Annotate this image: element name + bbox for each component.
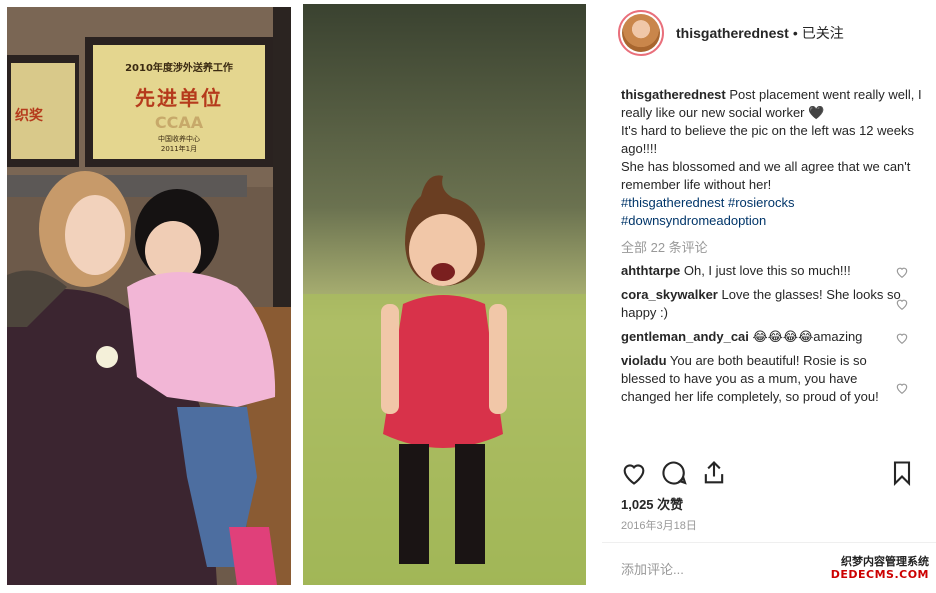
- photo-after-illustration: [303, 4, 586, 585]
- plaque-line-1: 2010年度涉外送养工作: [125, 63, 233, 74]
- add-comment-input[interactable]: 添加评论...: [621, 559, 684, 578]
- share-icon[interactable]: [700, 459, 728, 487]
- comment-item: ahthtarpe Oh, I just love this so much!!…: [621, 262, 906, 280]
- header-separator: •: [792, 25, 798, 41]
- comment-like-heart-icon[interactable]: [895, 381, 909, 395]
- header-username[interactable]: thisgatherednest: [676, 25, 789, 41]
- side-plaque-text: 织奖: [15, 108, 43, 124]
- comment-username[interactable]: gentleman_andy_cai: [621, 329, 749, 344]
- watermark-line-2: DEDECMS.COM: [830, 568, 929, 581]
- comment-icon[interactable]: [660, 459, 688, 487]
- comment-like-heart-icon[interactable]: [895, 331, 909, 345]
- plaque-line-5: 2011年1月: [160, 145, 198, 153]
- post-actions: [620, 459, 920, 489]
- caption-text-3: She has blossomed and we all agree that …: [621, 159, 911, 192]
- hashtag-link[interactable]: #downsyndromeadoption: [621, 213, 766, 228]
- plaque-line-4: 中国收养中心: [158, 135, 200, 143]
- post-header: thisgatherednest • 已关注: [602, 0, 936, 66]
- plaque-line-3: CCAA: [154, 113, 204, 132]
- comment-text: Oh, I just love this so much!!!: [683, 263, 851, 278]
- post-caption: thisgatherednest Post placement went rea…: [621, 86, 927, 230]
- likes-count[interactable]: 1,025 次赞: [621, 494, 683, 513]
- hashtag-link[interactable]: #thisgatherednest: [621, 195, 724, 210]
- photo-before: 2010年度涉外送养工作 先进单位 CCAA 中国收养中心 2011年1月 织奖: [7, 7, 291, 585]
- comment-item: cora_skywalker Love the glasses! She loo…: [621, 286, 906, 322]
- award-plaque: 2010年度涉外送养工作 先进单位 CCAA 中国收养中心 2011年1月: [93, 45, 265, 159]
- view-all-comments-link[interactable]: 全部 22 条评论: [621, 237, 708, 256]
- divider: [602, 542, 936, 543]
- avatar[interactable]: [618, 10, 664, 56]
- comment-username[interactable]: cora_skywalker: [621, 287, 718, 302]
- photo-after: [303, 4, 586, 585]
- comment-like-heart-icon[interactable]: [895, 265, 909, 279]
- following-button[interactable]: 已关注: [802, 23, 844, 43]
- comment-like-heart-icon[interactable]: [895, 297, 909, 311]
- watermark-line-1: 织梦内容管理系统: [841, 555, 929, 568]
- plaque-line-2: 先进单位: [135, 86, 223, 110]
- hashtag-link[interactable]: #rosierocks: [728, 195, 794, 210]
- post-panel: thisgatherednest • 已关注 thisgatherednest …: [602, 0, 936, 593]
- post-date: 2016年3月18日: [621, 520, 697, 532]
- heart-icon[interactable]: [620, 459, 648, 487]
- comment-username[interactable]: violadu: [621, 353, 667, 368]
- caption-username[interactable]: thisgatherednest: [621, 87, 726, 102]
- comment-item: violadu You are both beautiful! Rosie is…: [621, 352, 906, 406]
- comment-text: 😂😂😂😂amazing: [752, 329, 863, 344]
- post-media[interactable]: 2010年度涉外送养工作 先进单位 CCAA 中国收养中心 2011年1月 织奖: [0, 0, 598, 593]
- comment-username[interactable]: ahthtarpe: [621, 263, 680, 278]
- site-watermark: 织梦内容管理系统 DEDECMS.COM: [823, 555, 929, 585]
- bookmark-icon[interactable]: [888, 459, 916, 487]
- caption-text-2: It's hard to believe the pic on the left…: [621, 123, 914, 156]
- comment-item: gentleman_andy_cai 😂😂😂😂amazing: [621, 328, 906, 346]
